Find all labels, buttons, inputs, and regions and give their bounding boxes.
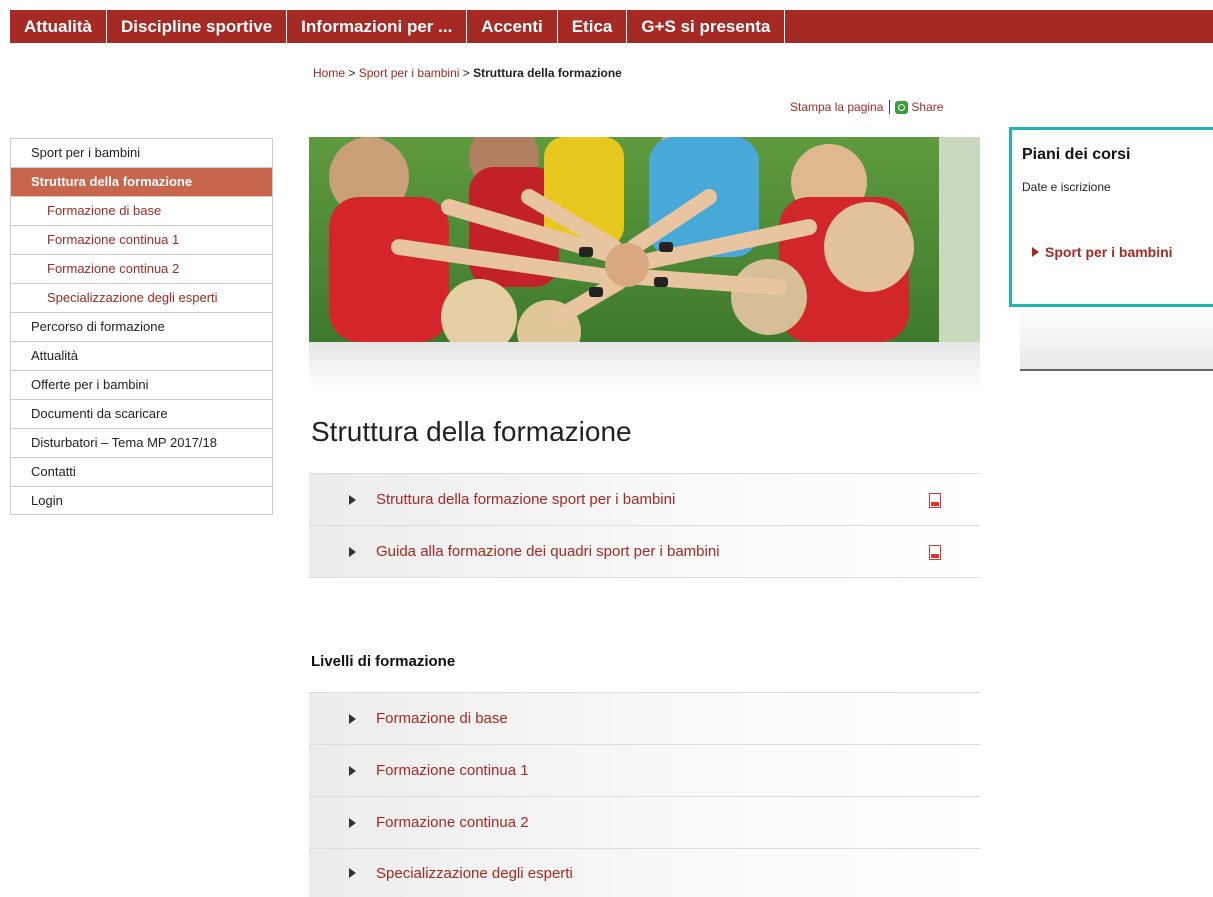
level-item[interactable]: Formazione continua 2	[309, 797, 980, 849]
document-item[interactable]: Guida alla formazione dei quadri sport p…	[309, 526, 980, 578]
topnav-item-discipline-sportive[interactable]: Discipline sportive	[107, 10, 288, 43]
sidebar-item-struttura-della-formazione[interactable]: Struttura della formazione	[10, 167, 273, 196]
tools-divider	[889, 100, 891, 114]
top-navigation: Attualità Discipline sportive Informazio…	[10, 10, 1213, 43]
pdf-icon[interactable]	[929, 493, 941, 508]
document-link[interactable]: Guida alla formazione dei quadri sport p…	[376, 543, 720, 560]
share-link[interactable]: Share	[911, 100, 943, 114]
breadcrumb-parent-link[interactable]: Sport per i bambini	[359, 66, 460, 80]
page-tools: Stampa la pagina Share	[790, 100, 943, 114]
section-heading-livelli: Livelli di formazione	[311, 653, 456, 670]
level-item[interactable]: Formazione continua 1	[309, 745, 980, 797]
arrow-right-icon	[349, 868, 356, 878]
level-item[interactable]: Specializzazione degli esperti	[309, 849, 980, 897]
sidebar-item-attualita[interactable]: Attualità	[10, 341, 273, 370]
sidebox-footer	[1020, 307, 1213, 371]
arrow-right-icon	[349, 546, 356, 557]
page-title: Struttura della formazione	[311, 416, 632, 447]
topnav-item-informazioni-per[interactable]: Informazioni per ...	[287, 10, 468, 43]
sidebar-item-specializzazione-degli-esperti[interactable]: Specializzazione degli esperti	[10, 283, 273, 312]
breadcrumb-separator: >	[348, 66, 356, 80]
level-link[interactable]: Formazione di base	[376, 710, 508, 727]
document-item[interactable]: Struttura della formazione sport per i b…	[309, 474, 980, 526]
course-plans-link-label[interactable]: Sport per i bambini	[1045, 244, 1173, 260]
course-plans-subtitle: Date e iscrizione	[1022, 180, 1111, 194]
level-link[interactable]: Specializzazione degli esperti	[376, 865, 573, 882]
hero-image	[309, 137, 980, 342]
sidebar-item-percorso-di-formazione[interactable]: Percorso di formazione	[10, 312, 273, 341]
sidebar-item-formazione-continua-2[interactable]: Formazione continua 2	[10, 254, 273, 283]
children-team-photo	[309, 137, 980, 342]
hero-shadow	[309, 342, 980, 390]
arrow-right-icon	[349, 765, 356, 776]
topnav-item-accenti[interactable]: Accenti	[467, 10, 558, 43]
course-plans-title: Piani dei corsi	[1022, 146, 1131, 163]
levels-list: Formazione di base Formazione continua 1…	[309, 692, 980, 897]
breadcrumb: Home > Sport per i bambini > Struttura d…	[313, 66, 622, 80]
sidebar-item-documenti-da-scaricare[interactable]: Documenti da scaricare	[10, 399, 273, 428]
arrow-right-icon	[349, 713, 356, 724]
pdf-icon[interactable]	[929, 545, 941, 560]
sidebar-item-formazione-continua-1[interactable]: Formazione continua 1	[10, 225, 273, 254]
topnav-item-gs-si-presenta[interactable]: G+S si presenta	[627, 10, 786, 43]
sidebar-navigation: Sport per i bambini Struttura della form…	[10, 138, 273, 515]
level-link[interactable]: Formazione continua 2	[376, 814, 529, 831]
breadcrumb-current: Struttura della formazione	[473, 66, 622, 80]
level-link[interactable]: Formazione continua 1	[376, 762, 529, 779]
sidebar-item-contatti[interactable]: Contatti	[10, 457, 273, 486]
sidebar-item-login[interactable]: Login	[10, 486, 273, 515]
topnav-item-attualita[interactable]: Attualità	[10, 10, 107, 43]
sidebar-item-sport-per-i-bambini[interactable]: Sport per i bambini	[10, 138, 273, 167]
arrow-right-icon	[349, 494, 356, 505]
sidebar-item-disturbatori[interactable]: Disturbatori – Tema MP 2017/18	[10, 428, 273, 457]
course-plans-link[interactable]: Sport per i bambini	[1032, 244, 1173, 260]
share-icon[interactable]	[895, 100, 909, 114]
print-page-link[interactable]: Stampa la pagina	[790, 100, 883, 114]
breadcrumb-home-link[interactable]: Home	[313, 66, 345, 80]
arrow-right-icon	[1032, 247, 1039, 257]
topnav-item-etica[interactable]: Etica	[558, 10, 628, 43]
documents-list: Struttura della formazione sport per i b…	[309, 473, 980, 578]
sidebar-item-formazione-di-base[interactable]: Formazione di base	[10, 196, 273, 225]
arrow-right-icon	[349, 817, 356, 828]
sidebar-item-offerte-per-i-bambini[interactable]: Offerte per i bambini	[10, 370, 273, 399]
document-link[interactable]: Struttura della formazione sport per i b…	[376, 491, 675, 508]
course-plans-box: Piani dei corsi Date e iscrizione Sport …	[1009, 127, 1213, 307]
level-item[interactable]: Formazione di base	[309, 693, 980, 745]
breadcrumb-separator: >	[462, 66, 470, 80]
